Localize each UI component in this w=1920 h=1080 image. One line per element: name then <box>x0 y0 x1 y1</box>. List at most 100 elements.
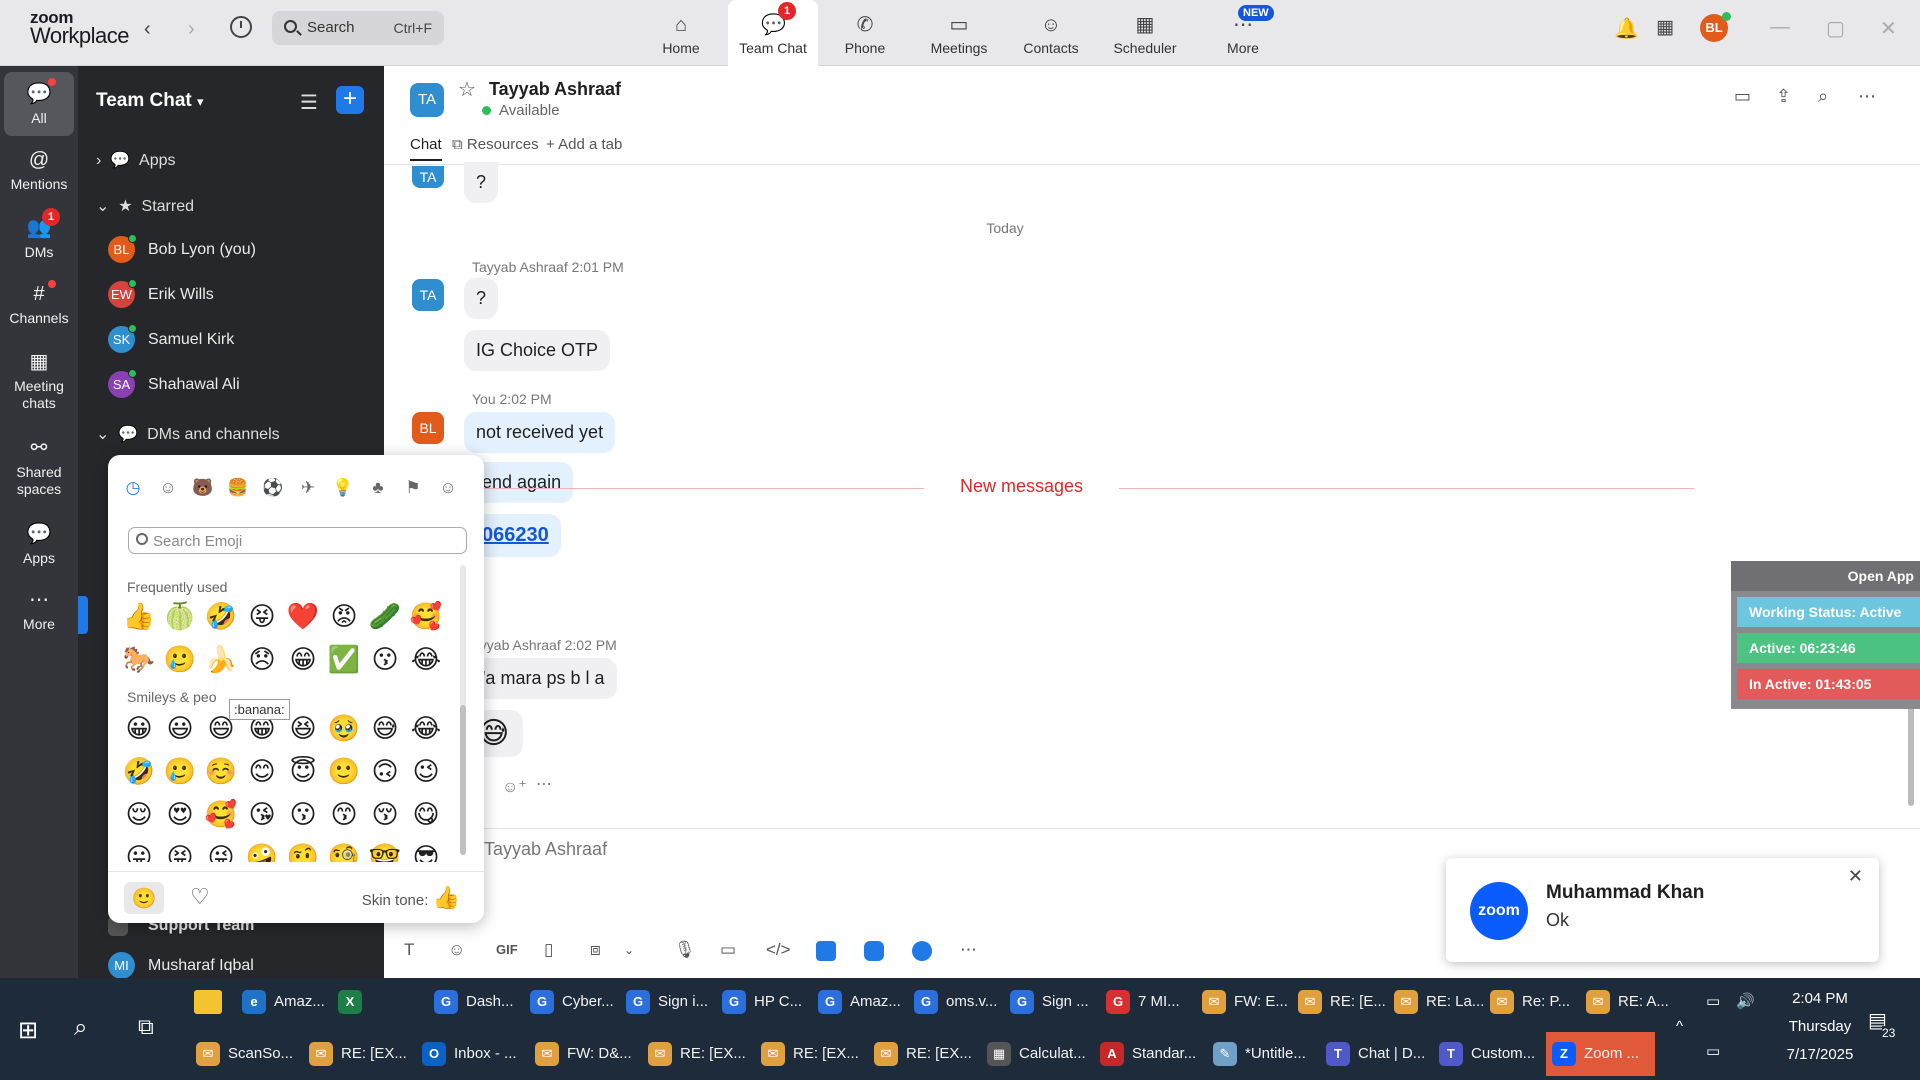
emoji-item[interactable]: 🍈 <box>163 600 197 634</box>
emoji-search-input[interactable]: Search Emoji <box>128 527 467 554</box>
emoji-item[interactable]: 😜 <box>204 841 238 862</box>
calendar-icon[interactable]: ▦ <box>1656 16 1674 39</box>
taskbar-app[interactable]: Z Zoom ... <box>1546 1032 1655 1076</box>
video-call-icon[interactable]: ▭ <box>1734 86 1751 107</box>
sidebar-title[interactable]: Team Chat ▾ <box>96 90 204 112</box>
emoji-item[interactable]: ✅ <box>327 643 361 677</box>
emoji-item[interactable]: 😂 <box>409 712 443 746</box>
chat-avatar[interactable]: TA <box>410 83 444 117</box>
emoji-item[interactable]: ❤️ <box>286 600 320 634</box>
travel-icon[interactable]: ✈ <box>297 477 319 499</box>
video-message-icon[interactable]: ▭ <box>720 940 736 960</box>
tab-resources[interactable]: ⧉ Resources <box>452 136 539 153</box>
task-view-icon[interactable]: ⧉ <box>138 1014 154 1040</box>
rail-all[interactable]: 💬 All <box>4 72 74 136</box>
emoji-item[interactable]: 😇 <box>286 755 320 789</box>
clock-time[interactable]: 2:04 PM <box>1770 990 1870 1007</box>
emoji-item[interactable]: 😅 <box>368 712 402 746</box>
toast-notification[interactable]: zoom Muhammad Khan Ok ✕ <box>1446 858 1879 962</box>
emoji-item[interactable]: 😞 <box>245 643 279 677</box>
flag-icon[interactable]: ⚑ <box>402 477 424 499</box>
file-icon[interactable]: ▯ <box>544 940 553 960</box>
chevron-down-icon[interactable]: ⌄ <box>624 943 634 957</box>
emoji-item[interactable]: 😙 <box>327 798 361 832</box>
taskbar-app[interactable]: ✉ RE: A... <box>1580 980 1672 1024</box>
taskbar-app[interactable]: G Cyber... <box>524 980 616 1024</box>
emoji-item[interactable]: 😍 <box>163 798 197 832</box>
emoji-item[interactable]: 🥲 <box>163 755 197 789</box>
taskbar-app[interactable]: ▦ Calculat... <box>981 1032 1090 1076</box>
tab-chat[interactable]: Chat <box>410 136 442 161</box>
emoji-item[interactable]: 🤣 <box>204 600 238 634</box>
taskbar-app[interactable]: G Amaz... <box>812 980 904 1024</box>
emoji-item[interactable]: 😃 <box>163 712 197 746</box>
emoji-item[interactable]: 😆 <box>286 712 320 746</box>
emoji-item[interactable]: 😂 <box>409 643 443 677</box>
emoji-item[interactable]: 😋 <box>409 798 443 832</box>
filter-icon[interactable]: ☰ <box>300 90 318 115</box>
history-icon[interactable] <box>230 16 252 38</box>
reaction-icon[interactable]: ☺⁺ <box>502 777 527 797</box>
food-icon[interactable]: 🍔 <box>227 477 249 499</box>
network-icon[interactable]: ▭ <box>1706 1042 1720 1060</box>
forward-arrow-icon[interactable]: › <box>188 18 195 41</box>
minimize-icon[interactable]: — <box>1770 16 1790 39</box>
scrollbar[interactable] <box>1908 166 1914 806</box>
taskbar-app[interactable]: X <box>332 980 424 1024</box>
rail-apps[interactable]: 💬 Apps <box>0 522 78 567</box>
emoji-item[interactable]: 👍 <box>122 600 156 634</box>
screenshot-icon[interactable]: ⧈ <box>590 940 601 960</box>
taskbar-app[interactable]: G HP C... <box>716 980 808 1024</box>
new-chat-button[interactable]: + <box>336 86 364 114</box>
smiley-icon[interactable]: ☺ <box>157 477 179 499</box>
emoji-icon[interactable]: ☺ <box>448 940 465 960</box>
close-icon[interactable]: ✕ <box>1848 866 1863 887</box>
emoji-item[interactable]: 🥰 <box>409 600 443 634</box>
microphone-icon[interactable]: 🎙 <box>674 940 696 960</box>
section-apps[interactable]: › 💬 Apps <box>96 150 176 170</box>
nav-meetings[interactable]: ▭ Meetings <box>914 0 1004 66</box>
emoji-item[interactable]: 😉 <box>409 755 443 789</box>
taskbar-app[interactable]: ✉ RE: [E... <box>1292 980 1386 1024</box>
nav-contacts[interactable]: ☺ Contacts <box>1006 0 1096 66</box>
emoji-item[interactable]: 😊 <box>245 755 279 789</box>
search-icon[interactable]: ⌕ <box>74 1014 87 1042</box>
taskbar-app[interactable]: A Standar... <box>1094 1032 1203 1076</box>
emoji-item[interactable]: 😘 <box>245 798 279 832</box>
maximize-icon[interactable]: ▢ <box>1826 16 1845 41</box>
chevron-up-icon[interactable]: ^ <box>1676 1018 1683 1035</box>
emoji-item[interactable]: 🐎 <box>122 643 156 677</box>
clock-icon[interactable]: ◷ <box>122 477 144 499</box>
rail-channels[interactable]: # Channels <box>0 282 78 327</box>
rail-mentions[interactable]: @ Mentions <box>0 148 78 193</box>
emoji-item[interactable]: 🥒 <box>368 600 402 634</box>
more-icon[interactable]: ⋯ <box>960 940 977 960</box>
emoji-item[interactable]: 🥲 <box>163 643 197 677</box>
gif-icon[interactable]: GIF <box>496 942 518 957</box>
symbols-icon[interactable]: ♣ <box>367 477 389 499</box>
nav-phone[interactable]: ✆ Phone <box>820 0 910 66</box>
nav-team-chat[interactable]: 💬 1 Team Chat <box>728 0 818 67</box>
file-explorer-icon[interactable] <box>194 990 222 1014</box>
emoji-item[interactable]: 😎 <box>409 841 443 862</box>
nav-scheduler[interactable]: ▦ Scheduler <box>1100 0 1190 66</box>
emoji-item[interactable]: 🧐 <box>327 841 361 862</box>
close-icon[interactable]: ✕ <box>1880 16 1897 41</box>
sports-icon[interactable]: ⚽ <box>262 477 284 499</box>
taskbar-app[interactable]: T Chat | D... <box>1320 1032 1429 1076</box>
taskbar-app[interactable]: G Dash... <box>428 980 520 1024</box>
rail-meeting-chats[interactable]: ▦ Meeting chats <box>0 350 78 412</box>
animal-icon[interactable]: 🐻 <box>192 477 214 499</box>
taskbar-app[interactable]: ✉ FW: E... <box>1196 980 1288 1024</box>
emoji-item[interactable]: 🙂 <box>327 755 361 789</box>
taskbar-app[interactable]: G Sign ... <box>1004 980 1096 1024</box>
taskbar-app[interactable]: ✉ RE: [EX... <box>755 1032 864 1076</box>
code-icon[interactable]: </> <box>766 940 791 960</box>
chat-contact-name[interactable]: Tayyab Ashraaf <box>489 79 621 100</box>
heart-icon[interactable]: ♡ <box>190 884 210 910</box>
emoji-item[interactable]: 🤨 <box>286 841 320 862</box>
section-dms-channels[interactable]: ⌄ 💬 DMs and channels <box>96 424 280 444</box>
bell-icon[interactable]: 🔔 <box>1614 16 1639 41</box>
taskbar-app[interactable]: T Custom... <box>1433 1032 1542 1076</box>
taskbar-app[interactable]: ✉ RE: La... <box>1388 980 1484 1024</box>
